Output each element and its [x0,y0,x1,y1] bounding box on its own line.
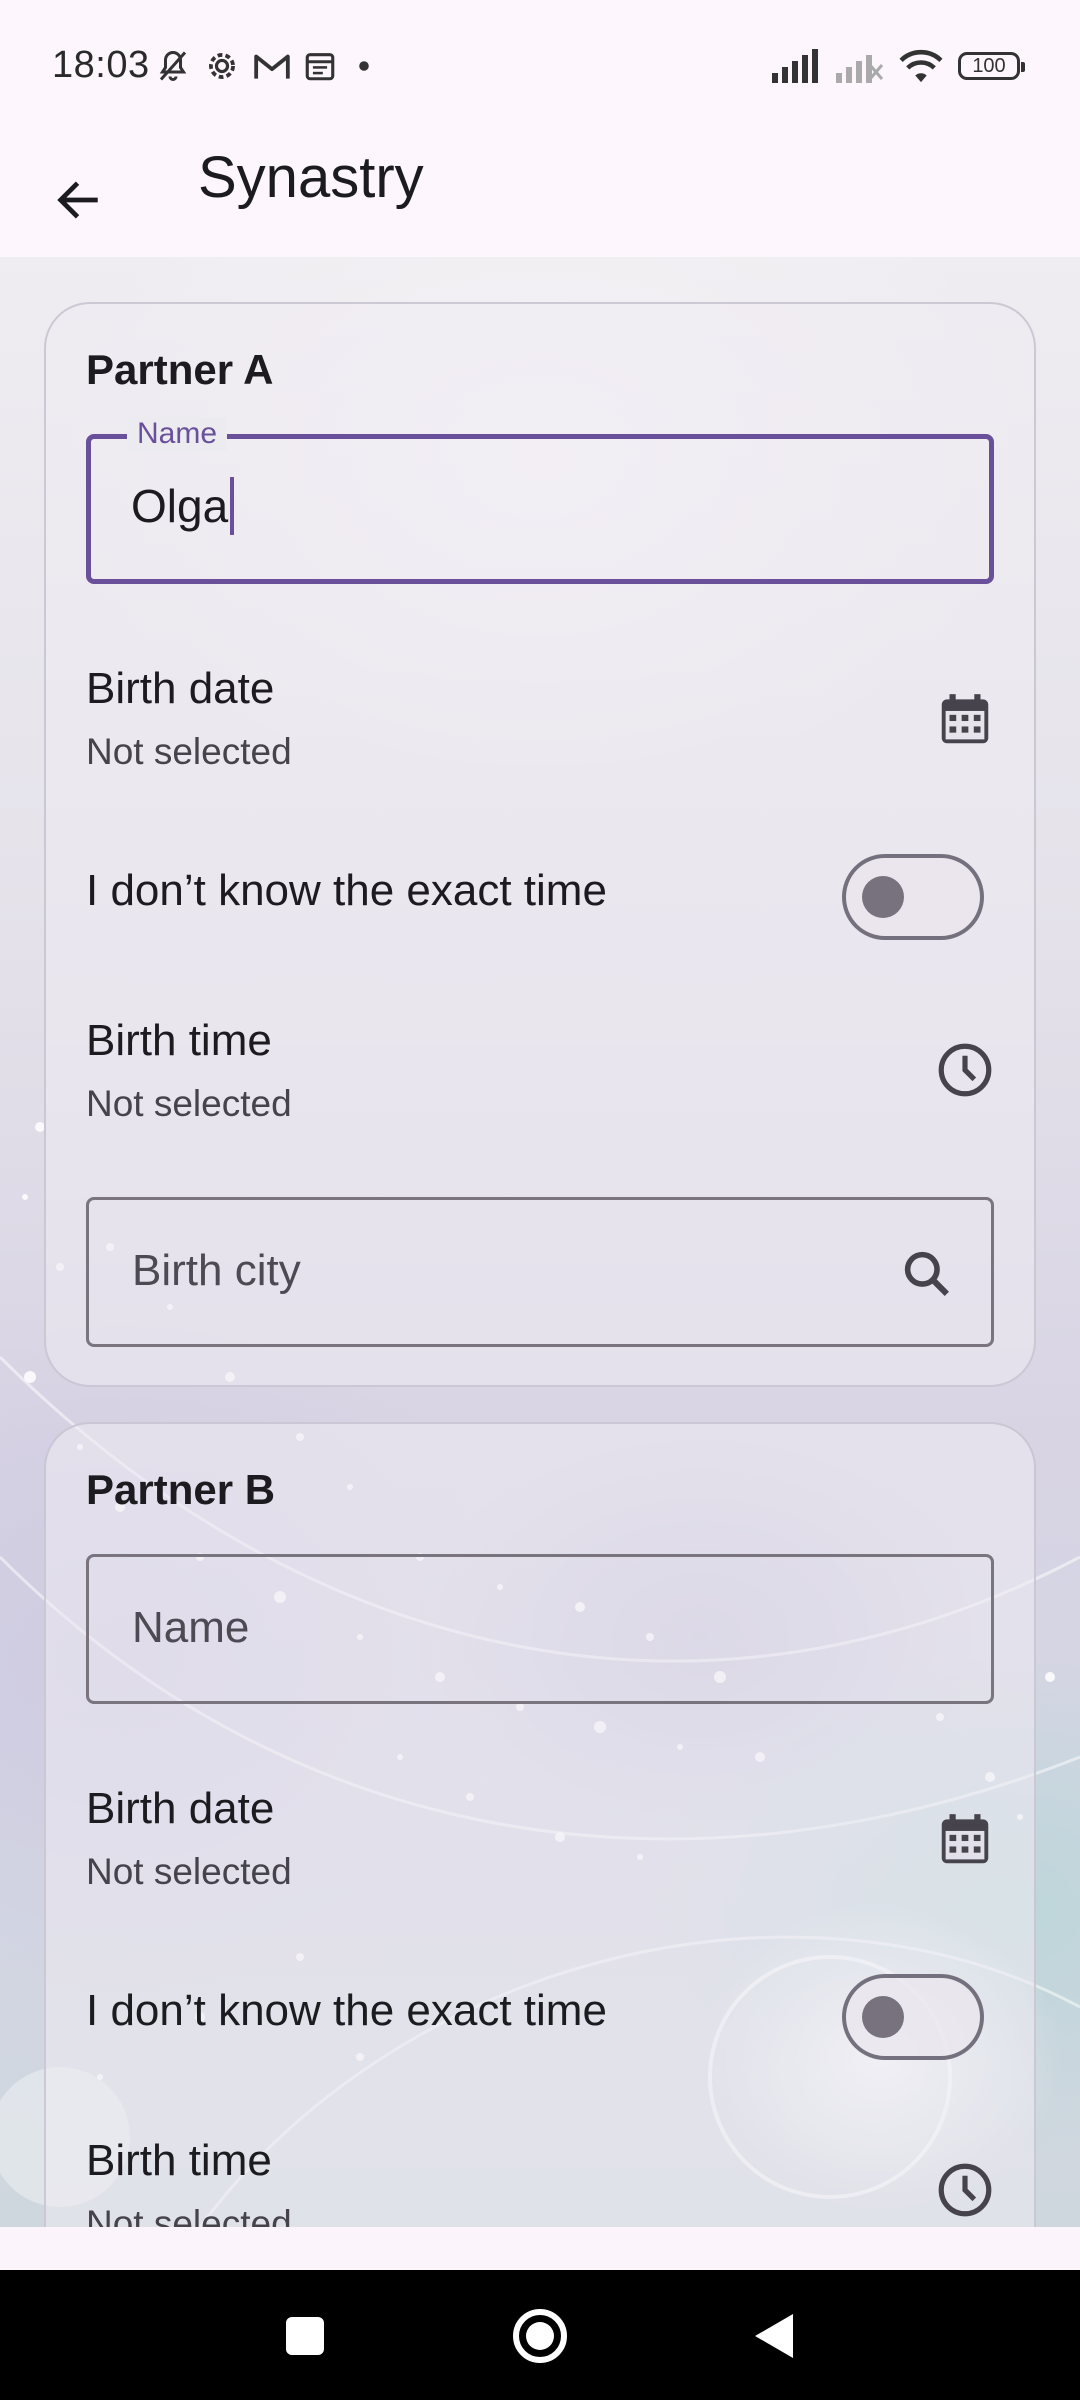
recents-square-icon[interactable] [275,2306,335,2366]
partner-a-birth-city-field[interactable]: Birth city [86,1197,994,1347]
partner-b-name-field[interactable]: Name [86,1554,994,1704]
name-field-value: Olga [131,477,235,535]
home-circle-icon[interactable] [508,2304,572,2368]
calendar-icon[interactable] [934,689,996,751]
arrow-back-icon [57,181,98,219]
unknown-time-label: I don’t know the exact time [86,1986,607,2035]
unknown-time-label: I don’t know the exact time [86,866,607,915]
partner-b-title: Partner B [86,1466,276,1513]
back-button[interactable] [30,152,126,248]
switch-thumb [862,1996,904,2038]
partner-a-card: Partner A Name Olga Birth date Not selec… [44,302,1036,1387]
calendar-icon [305,53,335,81]
birth-date-label: Birth date [86,1784,275,1833]
back-triangle-icon[interactable] [745,2306,805,2366]
birth-date-value: Not selected [86,1851,292,1892]
birth-time-value: Not selected [86,2203,292,2227]
status-icons-left [155,44,379,88]
gmail-icon [254,54,290,79]
clock-icon[interactable] [934,2159,996,2221]
synastry-form[interactable]: Partner A Name Olga Birth date Not selec… [0,257,1080,2227]
status-bar: 18:03 100 [0,0,1080,130]
partner-a-title: Partner A [86,346,274,393]
name-placeholder: Name [132,1603,250,1652]
birth-time-label: Birth time [86,1016,272,1065]
app-bar: Synastry [0,130,1080,257]
name-field-label: Name [127,417,228,451]
status-icons-right: 100 [770,44,1025,88]
status-time: 18:03 [52,44,150,86]
signal-icon [772,49,818,83]
text-caret [230,477,235,535]
bell-muted-icon [159,50,187,81]
partner-b-card: Partner B Name Birth date Not selected I… [44,1422,1036,2227]
unknown-time-switch[interactable] [842,1974,984,2060]
birth-city-placeholder: Birth city [132,1246,301,1295]
settings-icon [209,53,235,79]
birth-time-value: Not selected [86,1083,292,1124]
name-text: Olga [131,480,229,532]
search-icon[interactable] [899,1246,955,1302]
birth-time-label: Birth time [86,2136,272,2185]
system-nav-bar [0,2270,1080,2400]
birth-date-label: Birth date [86,664,275,713]
partner-a-name-field[interactable]: Name Olga [86,417,994,584]
battery-icon: 100 [958,52,1025,80]
dot-icon [359,61,369,71]
signal-off-icon [836,55,884,83]
page-title: Synastry [198,145,424,210]
switch-thumb [862,876,904,918]
wifi-icon [899,49,943,83]
clock-icon[interactable] [934,1039,996,1101]
calendar-icon[interactable] [934,1809,996,1871]
birth-date-value: Not selected [86,731,292,772]
unknown-time-switch[interactable] [842,854,984,940]
